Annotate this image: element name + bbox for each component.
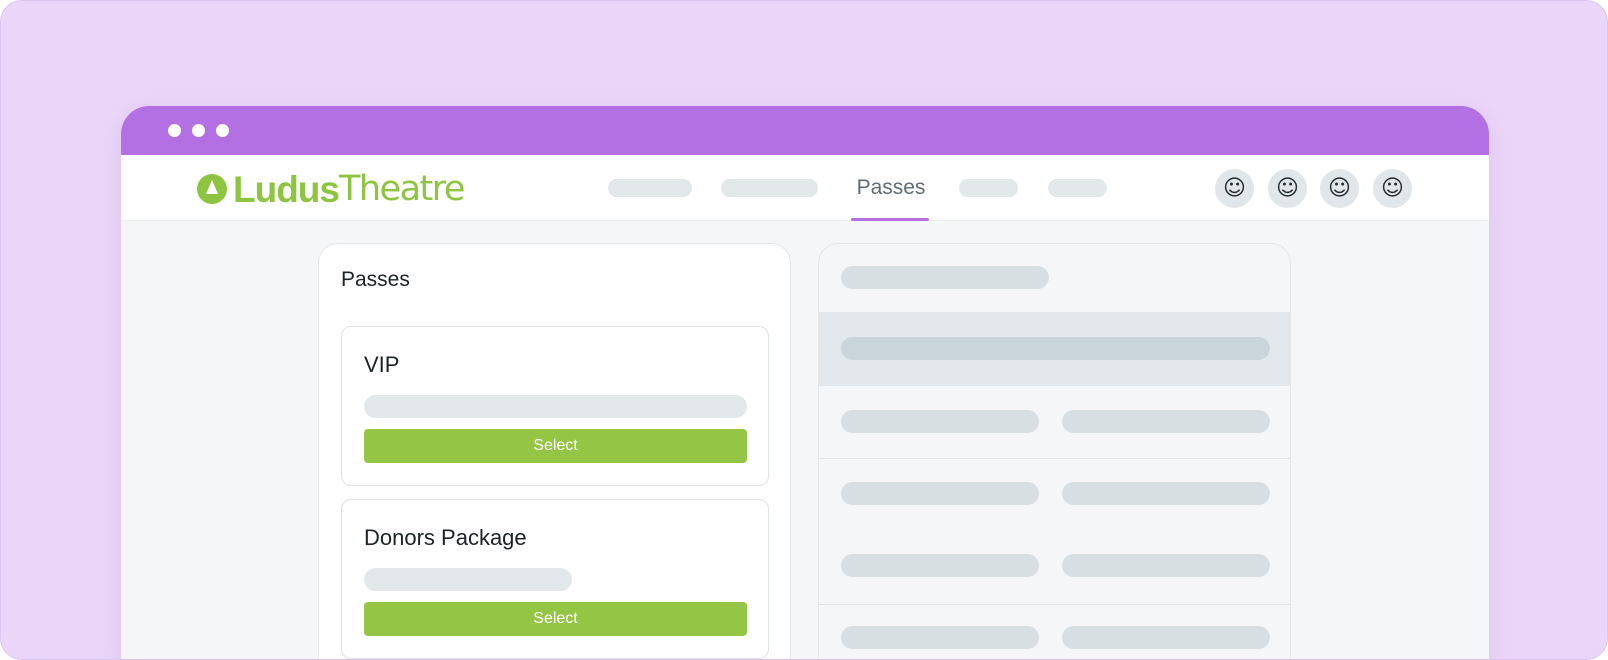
user-avatar-icon[interactable]: ☺ (1373, 169, 1412, 208)
pass-description-placeholder (364, 568, 572, 591)
row-cell-placeholder (1062, 410, 1270, 433)
pass-name: Donors Package (364, 525, 527, 550)
sail-logo-icon (197, 174, 227, 204)
nav-item-passes[interactable]: Passes (851, 171, 931, 221)
nav-item-placeholder[interactable] (721, 179, 818, 197)
site-navbar: Ludus Theatre Passes ☺ ☺ ☺ ☺ (121, 155, 1489, 221)
pass-description-placeholder (364, 395, 747, 418)
pass-card-vip: VIP Select (341, 326, 769, 486)
nav-item-placeholder[interactable] (1048, 179, 1107, 197)
row-cell-placeholder (841, 554, 1039, 577)
header-placeholder (841, 266, 1049, 289)
details-panel (818, 243, 1291, 659)
page-background: Ludus Theatre Passes ☺ ☺ ☺ ☺ Passes VIP … (0, 0, 1608, 660)
user-avatar-icon[interactable]: ☺ (1268, 169, 1307, 208)
pass-card-donors-package: Donors Package Select (341, 499, 769, 659)
select-button[interactable]: Select (364, 429, 747, 463)
pass-name: VIP (364, 352, 400, 377)
row-divider (819, 458, 1290, 459)
row-cell-placeholder (1062, 554, 1270, 577)
select-button[interactable]: Select (364, 602, 747, 636)
row-cell-placeholder (841, 626, 1039, 649)
ludus-theatre-logo[interactable]: Ludus Theatre (197, 168, 465, 210)
window-dot (192, 124, 205, 137)
row-cell-placeholder (841, 482, 1039, 505)
browser-titlebar (121, 106, 1489, 155)
passes-panel: Passes VIP Select Donors Package Select (318, 243, 791, 659)
active-nav-indicator (851, 218, 929, 221)
row-cell-placeholder (841, 410, 1039, 433)
user-avatar-icon[interactable]: ☺ (1215, 169, 1254, 208)
logo-text-light: Theatre (338, 168, 465, 209)
panel-title: Passes (341, 268, 410, 291)
row-divider (819, 604, 1290, 605)
highlighted-row[interactable] (819, 312, 1290, 386)
logo-text-bold: Ludus (233, 168, 340, 210)
window-dot (216, 124, 229, 137)
nav-item-placeholder[interactable] (959, 179, 1018, 197)
nav-item-label: Passes (856, 176, 926, 199)
row-cell-placeholder (1062, 626, 1270, 649)
user-avatar-icon[interactable]: ☺ (1320, 169, 1359, 208)
nav-item-placeholder[interactable] (608, 179, 692, 197)
browser-window: Ludus Theatre Passes ☺ ☺ ☺ ☺ Passes VIP … (121, 106, 1489, 659)
window-dot (168, 124, 181, 137)
row-cell-placeholder (1062, 482, 1270, 505)
row-placeholder (841, 337, 1270, 360)
